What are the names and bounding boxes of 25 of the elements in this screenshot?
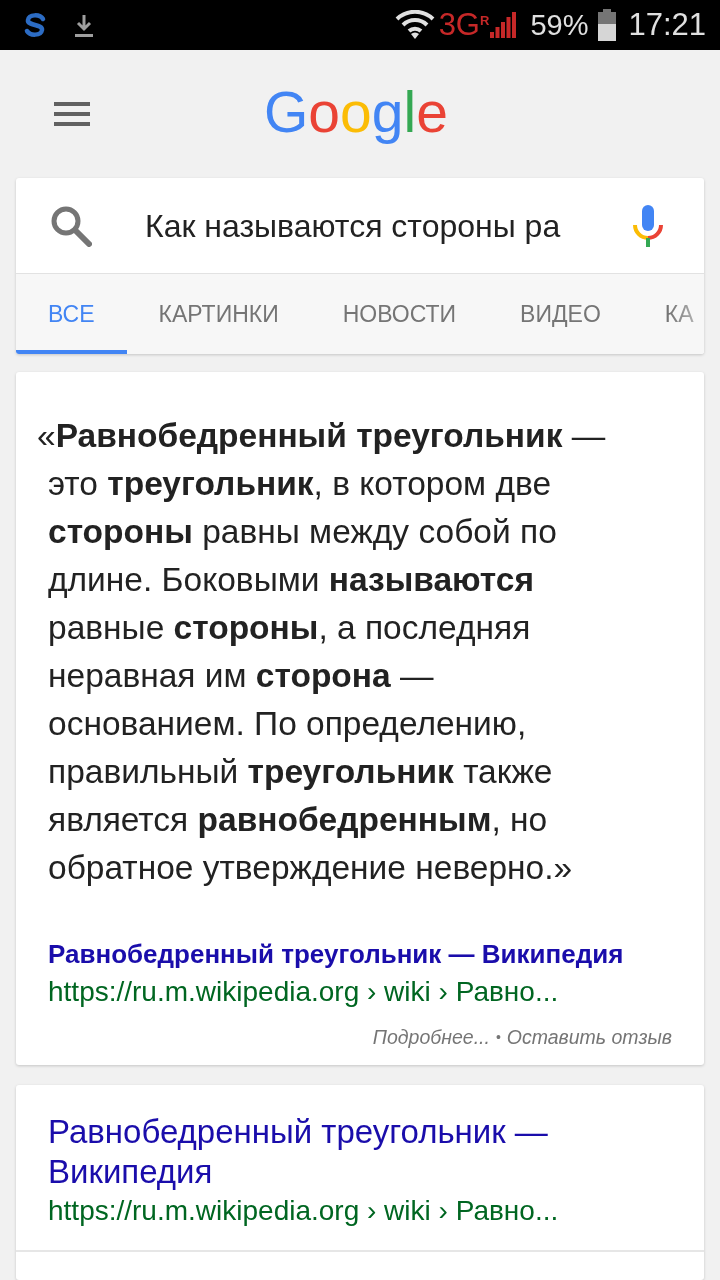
action-link[interactable]: Оставить отзыв <box>506 1022 672 1052</box>
network-type: 3G <box>438 9 480 41</box>
result-url: https://ru.m.wikipedia.org › wiki › Равно... <box>48 1194 559 1228</box>
tab[interactable]: КАРТИНКИ <box>126 274 311 354</box>
roaming-indicator: R <box>480 14 490 27</box>
wifi-icon <box>394 10 435 40</box>
tab[interactable]: НОВОСТИ <box>310 274 489 354</box>
tab[interactable]: ВСЕ <box>16 274 127 354</box>
signal-bars-icon <box>490 12 517 38</box>
result-title-link[interactable]: Равнобедренный треугольник — Википедия <box>48 1112 672 1192</box>
battery-icon <box>598 9 617 41</box>
snippet-text: «Равнобедренный треугольник — это треугольник, в котором две стороны равны между собой по длине. Боковыми называются равные стороны, а последняя неравная им сторона — основанием. По определению, правильный треугольник также является равнобедренным, но обратное утверждение неверно.» <box>37 416 607 888</box>
result-title-link[interactable]: Равнобедренный треугольник — Википедия <box>48 936 624 972</box>
download-icon <box>74 14 94 38</box>
action-link[interactable]: Подробнее... <box>372 1022 490 1052</box>
tab[interactable]: КА <box>632 274 704 354</box>
battery-percent: 59% <box>530 9 589 41</box>
bullet-separator: • <box>495 1028 501 1047</box>
microphone-icon[interactable] <box>632 204 664 247</box>
clock-time: 17:21 <box>628 8 706 42</box>
google-logo: Google <box>264 79 448 145</box>
tab[interactable]: ВИДЕО <box>488 274 633 354</box>
search-icon[interactable] <box>50 204 92 247</box>
result-url: https://ru.m.wikipedia.org › wiki › Равно... <box>48 975 559 1009</box>
search-field[interactable]: Как называются стороны ра <box>145 205 602 246</box>
